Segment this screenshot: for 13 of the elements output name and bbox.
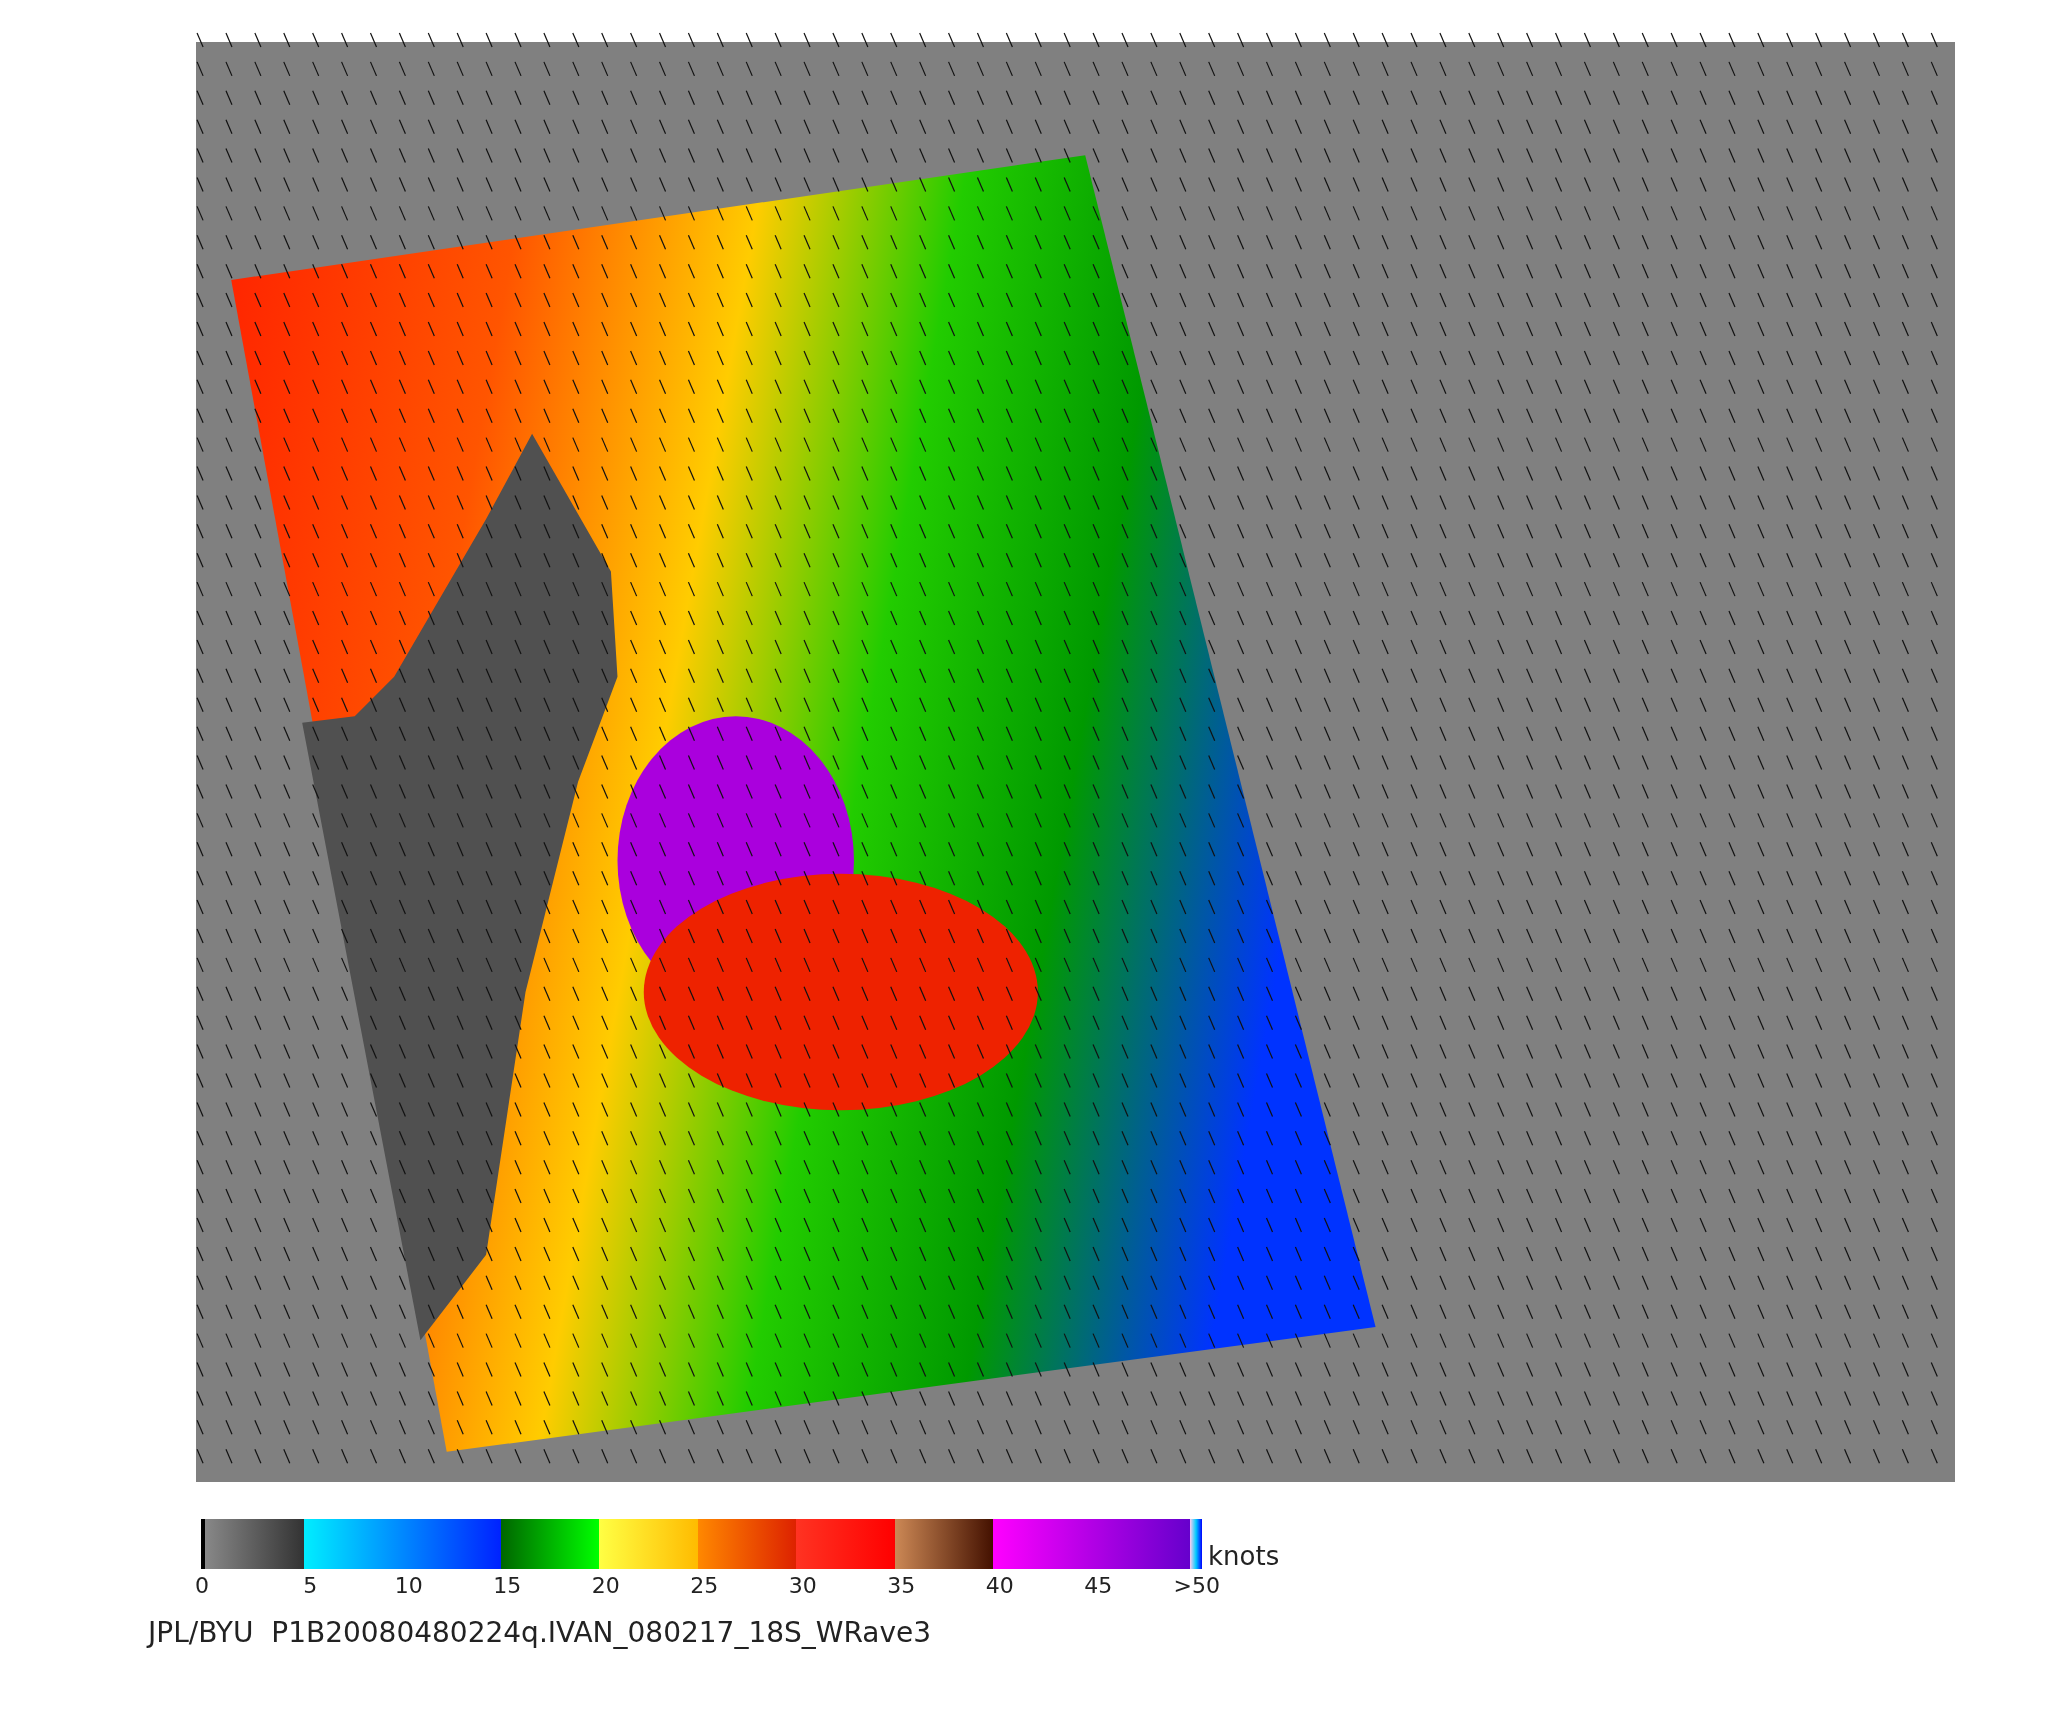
- scale-tick-label: >50: [1172, 1573, 1221, 1598]
- scale-tick-label: 20: [590, 1573, 621, 1598]
- scale-tick-label: 30: [787, 1573, 818, 1598]
- scale-tick-label: 35: [886, 1573, 917, 1598]
- scale-tick-label: 0: [194, 1573, 210, 1598]
- scale-tick-label: 10: [393, 1573, 424, 1598]
- scale-tick-label: 40: [984, 1573, 1015, 1598]
- unit-label: knots: [1208, 1543, 1280, 1569]
- scale-tick-label: 45: [1083, 1573, 1114, 1598]
- image-caption: JPL/BYU P1B20080480224q.IVAN_080217_18S_WRave3: [148, 1616, 933, 1649]
- scale-tick-label: 25: [689, 1573, 720, 1598]
- scale-tick-label: 5: [302, 1573, 319, 1598]
- scale-tick-label: 15: [492, 1573, 523, 1598]
